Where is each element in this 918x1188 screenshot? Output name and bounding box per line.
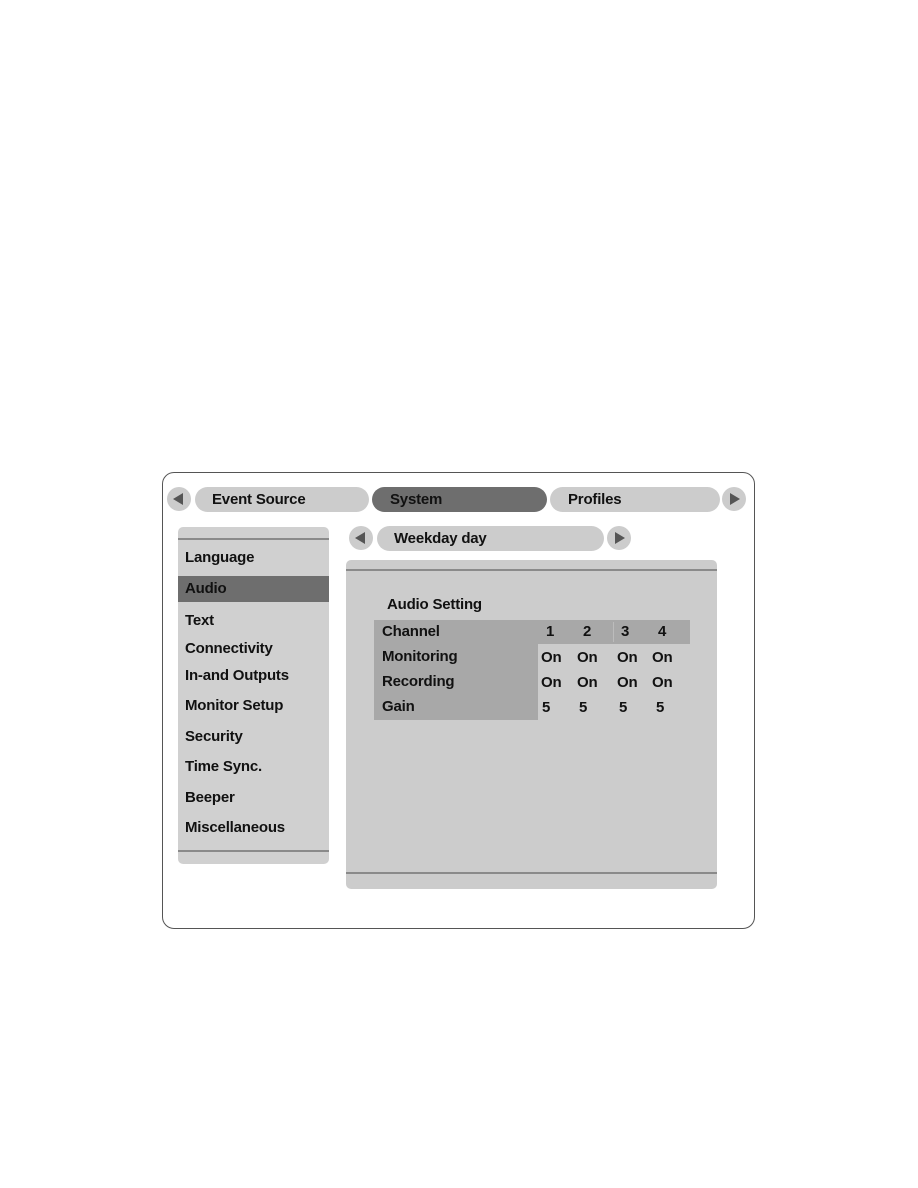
sidebar-item-audio[interactable]: Audio bbox=[178, 576, 329, 602]
section-title: Audio Setting bbox=[387, 596, 482, 613]
subtab-next-button[interactable] bbox=[607, 526, 631, 550]
tab-profiles[interactable]: Profiles bbox=[550, 487, 720, 512]
tab-label: Profiles bbox=[568, 491, 622, 508]
divider bbox=[346, 872, 717, 874]
triangle-right-icon bbox=[730, 493, 740, 505]
channel-number: 4 bbox=[658, 623, 667, 640]
monitoring-ch4-value[interactable]: On bbox=[652, 649, 673, 666]
sidebar-item-label: Monitor Setup bbox=[185, 697, 284, 714]
triangle-right-icon bbox=[615, 532, 625, 544]
divider bbox=[178, 850, 329, 852]
gain-ch2-value[interactable]: 5 bbox=[579, 699, 587, 716]
channel-number: 3 bbox=[621, 623, 630, 640]
sidebar-item-time-sync[interactable]: Time Sync. bbox=[178, 754, 329, 780]
audio-setting-panel: Audio Setting Channel 1 2 3 4 Monitoring… bbox=[346, 560, 717, 889]
top-tabs-next-button[interactable] bbox=[722, 487, 746, 511]
triangle-left-icon bbox=[173, 493, 183, 505]
row-label-monitoring: Monitoring bbox=[382, 648, 458, 665]
sidebar-item-label: Connectivity bbox=[185, 640, 273, 657]
schedule-label: Weekday day bbox=[394, 530, 487, 547]
sidebar-item-label: Language bbox=[185, 549, 255, 566]
divider bbox=[346, 569, 717, 571]
divider bbox=[178, 538, 329, 540]
triangle-left-icon bbox=[355, 532, 365, 544]
gain-ch1-value[interactable]: 5 bbox=[542, 699, 550, 716]
sidebar-item-label: Audio bbox=[185, 580, 227, 597]
tab-event-source[interactable]: Event Source bbox=[195, 487, 369, 512]
tab-label: System bbox=[390, 491, 443, 508]
sidebar-item-text[interactable]: Text bbox=[178, 608, 329, 634]
schedule-selector[interactable]: Weekday day bbox=[377, 526, 604, 551]
row-label-recording: Recording bbox=[382, 673, 455, 690]
sidebar-item-miscellaneous[interactable]: Miscellaneous bbox=[178, 815, 329, 841]
subtab-prev-button[interactable] bbox=[349, 526, 373, 550]
sidebar-item-beeper[interactable]: Beeper bbox=[178, 785, 329, 811]
row-label-gain: Gain bbox=[382, 698, 415, 715]
sidebar-item-connectivity[interactable]: Connectivity bbox=[178, 636, 329, 662]
channel-number: 1 bbox=[546, 623, 555, 640]
header-separator bbox=[613, 622, 614, 642]
sidebar-item-label: Time Sync. bbox=[185, 758, 262, 775]
sidebar-item-label: Text bbox=[185, 612, 214, 629]
sidebar-item-security[interactable]: Security bbox=[178, 724, 329, 750]
monitoring-ch1-value[interactable]: On bbox=[541, 649, 562, 666]
gain-ch3-value[interactable]: 5 bbox=[619, 699, 627, 716]
sidebar-item-label: Beeper bbox=[185, 789, 235, 806]
gain-ch4-value[interactable]: 5 bbox=[656, 699, 664, 716]
monitoring-ch2-value[interactable]: On bbox=[577, 649, 598, 666]
sidebar-menu: Language Audio Text Connectivity In-and … bbox=[178, 527, 329, 864]
recording-ch1-value[interactable]: On bbox=[541, 674, 562, 691]
recording-ch3-value[interactable]: On bbox=[617, 674, 638, 691]
monitoring-ch3-value[interactable]: On bbox=[617, 649, 638, 666]
sidebar-item-label: Miscellaneous bbox=[185, 819, 285, 836]
tab-label: Event Source bbox=[212, 491, 306, 508]
tab-system[interactable]: System bbox=[372, 487, 547, 512]
sidebar-item-language[interactable]: Language bbox=[178, 545, 329, 571]
channel-number: 2 bbox=[583, 623, 592, 640]
sidebar-item-label: In-and Outputs bbox=[185, 667, 289, 684]
recording-ch4-value[interactable]: On bbox=[652, 674, 673, 691]
top-tabs-prev-button[interactable] bbox=[167, 487, 191, 511]
sidebar-item-in-and-outputs[interactable]: In-and Outputs bbox=[178, 663, 329, 689]
sidebar-item-monitor-setup[interactable]: Monitor Setup bbox=[178, 693, 329, 719]
sidebar-item-label: Security bbox=[185, 728, 243, 745]
channel-header-row bbox=[538, 620, 690, 644]
channel-header-label: Channel bbox=[382, 623, 440, 640]
recording-ch2-value[interactable]: On bbox=[577, 674, 598, 691]
